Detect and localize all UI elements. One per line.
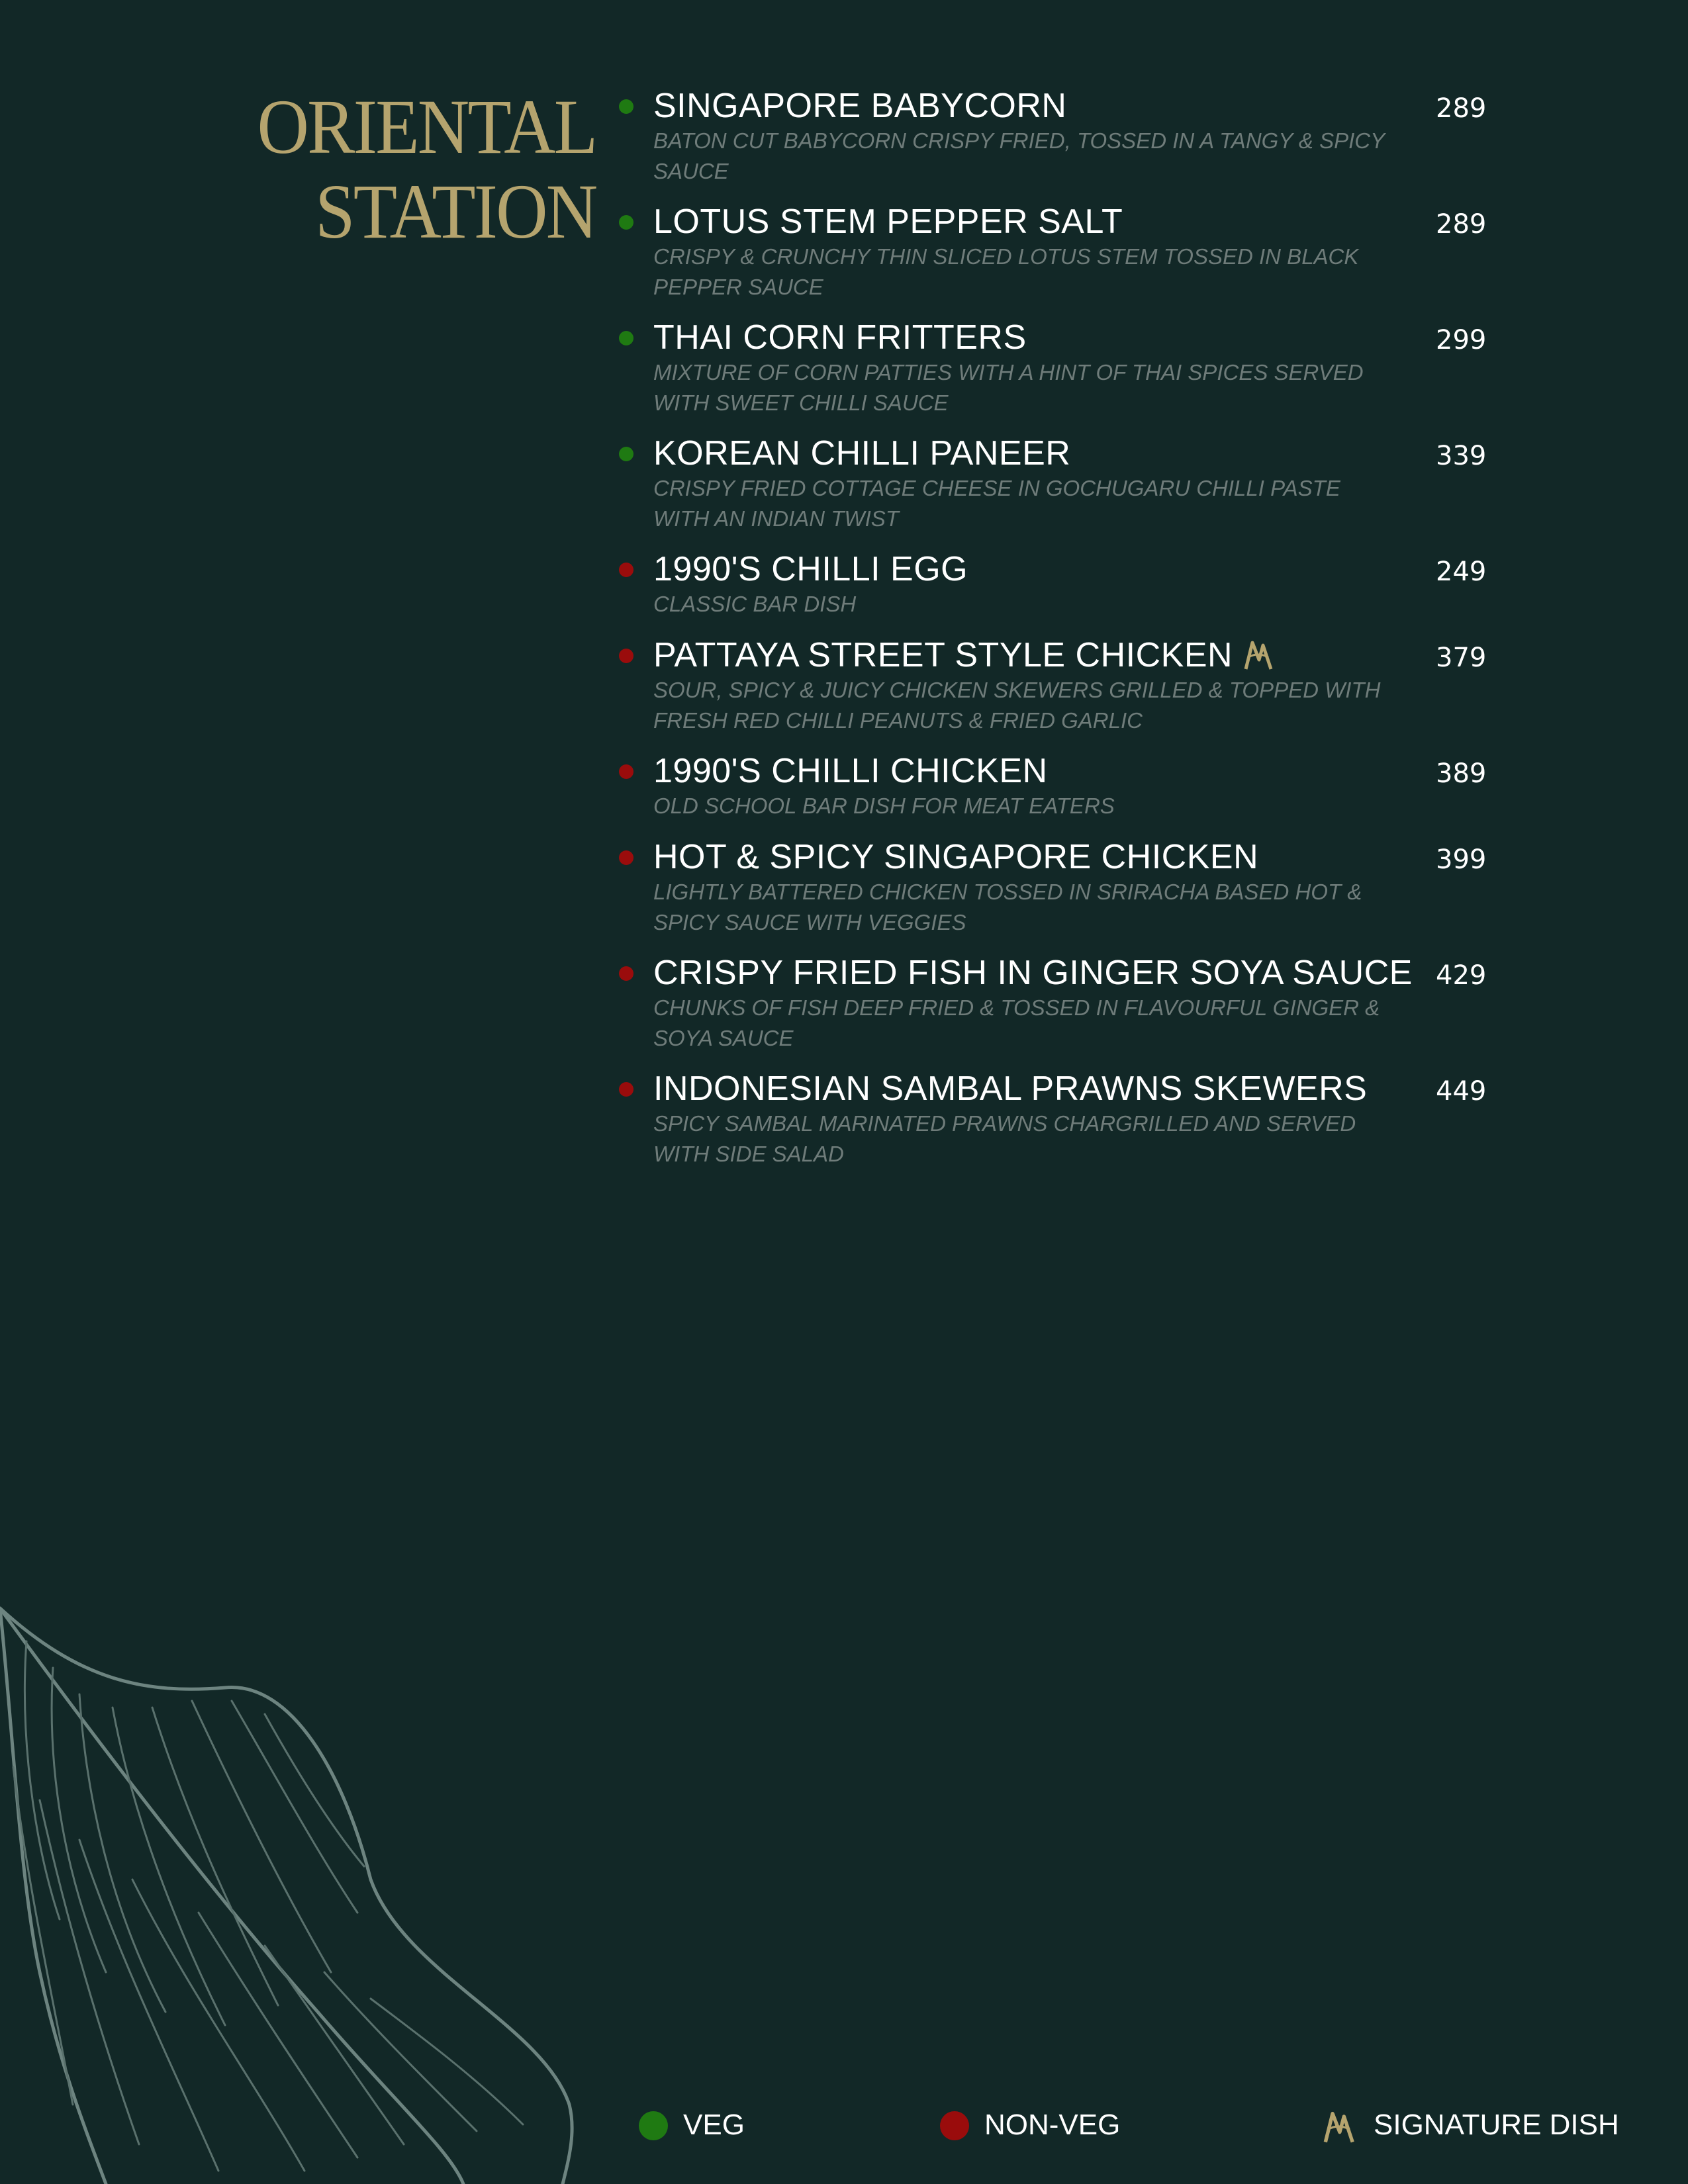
non-veg-indicator-icon	[619, 563, 633, 577]
item-price: 299	[1436, 325, 1487, 355]
item-price: 449	[1436, 1076, 1487, 1107]
item-price: 389	[1436, 758, 1487, 789]
item-price: 249	[1436, 557, 1487, 587]
item-description: CRISPY & CRUNCHY THIN SLICED LOTUS STEM …	[653, 244, 1359, 299]
signature-dish-legend-icon	[1323, 2111, 1354, 2143]
non-veg-indicator-icon	[619, 850, 633, 865]
signature-dish-icon	[1244, 641, 1273, 670]
item-description: MIXTURE OF CORN PATTIES WITH A HINT OF T…	[653, 360, 1364, 415]
legend-non-veg-label: NON-VEG	[984, 2109, 1121, 2141]
veg-indicator-icon	[619, 331, 633, 345]
item-name: INDONESIAN SAMBAL PRAWNS SKEWERS	[653, 1069, 1368, 1108]
veg-legend-icon	[639, 2111, 668, 2140]
item-description: LIGHTLY BATTERED CHICKEN TOSSED IN SRIRA…	[653, 880, 1362, 934]
item-name: SINGAPORE BABYCORN	[653, 87, 1067, 125]
item-description: CHUNKS OF FISH DEEP FRIED & TOSSED IN FL…	[653, 995, 1380, 1050]
item-name: 1990'S CHILLI EGG	[653, 550, 968, 588]
non-veg-indicator-icon	[619, 764, 633, 779]
veg-indicator-icon	[619, 215, 633, 230]
veg-indicator-icon	[619, 99, 633, 114]
veg-indicator-icon	[619, 447, 633, 461]
item-description: BATON CUT BABYCORN CRISPY FRIED, TOSSED …	[653, 128, 1385, 183]
item-name: CRISPY FRIED FISH IN GINGER SOYA SAUCE	[653, 954, 1413, 992]
item-description: SPICY SAMBAL MARINATED PRAWNS CHARGRILLE…	[653, 1111, 1356, 1166]
non-veg-legend-icon	[940, 2111, 969, 2140]
item-name: 1990'S CHILLI CHICKEN	[653, 752, 1048, 790]
item-name-row: PATTAYA STREET STYLE CHICKEN	[653, 635, 1279, 675]
item-description: OLD SCHOOL BAR DISH FOR MEAT EATERS	[653, 794, 1115, 818]
item-name: HOT & SPICY SINGAPORE CHICKEN	[653, 838, 1259, 876]
leaf-illustration-icon	[0, 1606, 574, 2184]
item-name: THAI CORN FRITTERS	[653, 318, 1027, 357]
non-veg-indicator-icon	[619, 966, 633, 981]
non-veg-indicator-icon	[619, 649, 633, 663]
menu-item-list: SINGAPORE BABYCORN 289 BATON CUT BABYCOR…	[0, 0, 1688, 1191]
item-price: 289	[1436, 93, 1487, 124]
non-veg-indicator-icon	[619, 1082, 633, 1097]
item-name: KOREAN CHILLI PANEER	[653, 434, 1071, 473]
item-price: 429	[1436, 960, 1487, 991]
item-price: 379	[1436, 643, 1487, 673]
legend-signature-label: SIGNATURE DISH	[1374, 2109, 1619, 2141]
item-description: CLASSIC BAR DISH	[653, 592, 857, 616]
item-price: 289	[1436, 209, 1487, 240]
item-name: LOTUS STEM PEPPER SALT	[653, 203, 1123, 241]
legend-veg-label: VEG	[683, 2109, 745, 2141]
item-price: 339	[1436, 441, 1487, 471]
item-description: CRISPY FRIED COTTAGE CHEESE IN GOCHUGARU…	[653, 476, 1340, 531]
item-description: SOUR, SPICY & JUICY CHICKEN SKEWERS GRIL…	[653, 678, 1381, 733]
item-name: PATTAYA STREET STYLE CHICKEN	[653, 636, 1233, 674]
item-price: 399	[1436, 844, 1487, 875]
